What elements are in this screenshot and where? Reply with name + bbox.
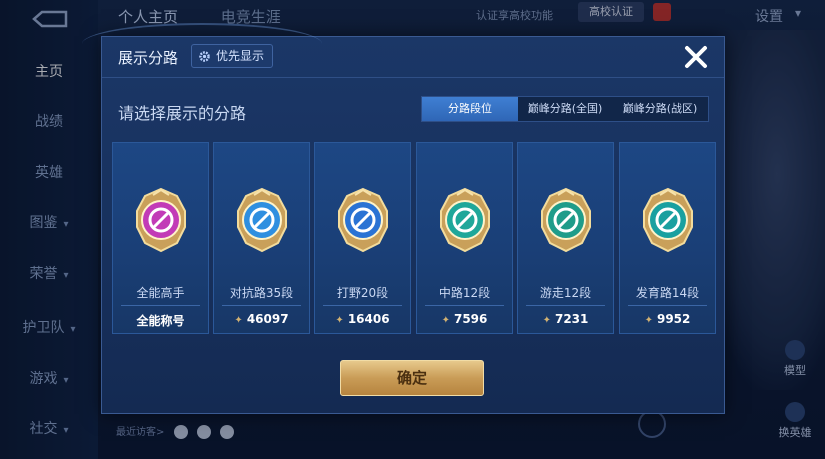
- tab-peak-region[interactable]: 巅峰分路(战区): [612, 97, 708, 121]
- route-card-value: ✦ 46097: [214, 312, 309, 326]
- route-card-value-text: 16406: [347, 312, 390, 326]
- route-card[interactable]: 中路12段 ✦ 7596: [416, 142, 513, 334]
- route-card-label: 全能高手: [136, 286, 185, 300]
- route-card-value-text: 46097: [246, 312, 289, 326]
- priority-display-button[interactable]: 优先显示: [191, 44, 274, 68]
- rank-points-icon: ✦: [542, 315, 551, 326]
- mid-lane-icon: [440, 187, 490, 253]
- route-card-value: ✦ 7231: [518, 312, 613, 326]
- route-cards: 全能高手 全能称号 对抗路35段 ✦ 46097 打野20段 ✦ 16406 中路12段 ✦ 759…: [112, 142, 716, 334]
- route-card[interactable]: 全能高手 全能称号: [112, 142, 209, 334]
- route-card-value: 全能称号: [113, 312, 208, 329]
- divider: [121, 305, 200, 306]
- section-title: 请选择展示的分路: [118, 104, 247, 123]
- confirm-button[interactable]: 确定: [340, 360, 484, 396]
- route-card[interactable]: 游走12段 ✦ 7231: [517, 142, 614, 334]
- route-card[interactable]: 发育路14段 ✦ 9952: [619, 142, 716, 334]
- rank-points-icon: ✦: [234, 315, 243, 326]
- divider: [323, 305, 402, 306]
- jungle-icon: [338, 187, 388, 253]
- divider: [102, 77, 724, 78]
- rank-points-icon: ✦: [335, 315, 344, 326]
- route-card-value-text: 9952: [656, 312, 691, 326]
- route-card-value-text: 7596: [453, 312, 488, 326]
- tab-peak-national[interactable]: 巅峰分路(全国): [518, 97, 612, 121]
- route-card-label: 发育路14段: [635, 286, 700, 300]
- modal-title: 展示分路: [118, 49, 179, 67]
- allround-icon: [136, 187, 186, 253]
- priority-display-label: 优先显示: [216, 49, 265, 63]
- divider: [628, 305, 707, 306]
- route-display-modal: 展示分路 优先显示 请选择展示的分路 分路段位 巅峰分路(全国) 巅峰分路(战区…: [82, 23, 725, 414]
- route-card-value-text: 7231: [554, 312, 589, 326]
- route-card-label: 打野20段: [336, 286, 389, 300]
- farm-lane-icon: [643, 187, 693, 253]
- route-card-value: ✦ 16406: [315, 312, 410, 326]
- rank-points-icon: ✦: [644, 315, 653, 326]
- route-card-label: 游走12段: [539, 286, 592, 300]
- route-card-value: ✦ 7596: [417, 312, 512, 326]
- divider: [425, 305, 504, 306]
- tab-route-rank[interactable]: 分路段位: [422, 97, 518, 121]
- route-card-label: 对抗路35段: [229, 286, 294, 300]
- route-card-value-text: 全能称号: [136, 314, 185, 328]
- route-card-label: 中路12段: [438, 286, 491, 300]
- clash-lane-icon: [237, 187, 287, 253]
- divider: [222, 305, 301, 306]
- route-card-value: ✦ 9952: [620, 312, 715, 326]
- divider: [526, 305, 605, 306]
- close-icon[interactable]: [681, 42, 711, 72]
- roam-icon: [541, 187, 591, 253]
- route-card[interactable]: 对抗路35段 ✦ 46097: [213, 142, 310, 334]
- rank-points-icon: ✦: [441, 315, 450, 326]
- route-card[interactable]: 打野20段 ✦ 16406: [314, 142, 411, 334]
- route-type-tabs: 分路段位 巅峰分路(全国) 巅峰分路(战区): [421, 96, 709, 122]
- gear-icon: [199, 50, 210, 62]
